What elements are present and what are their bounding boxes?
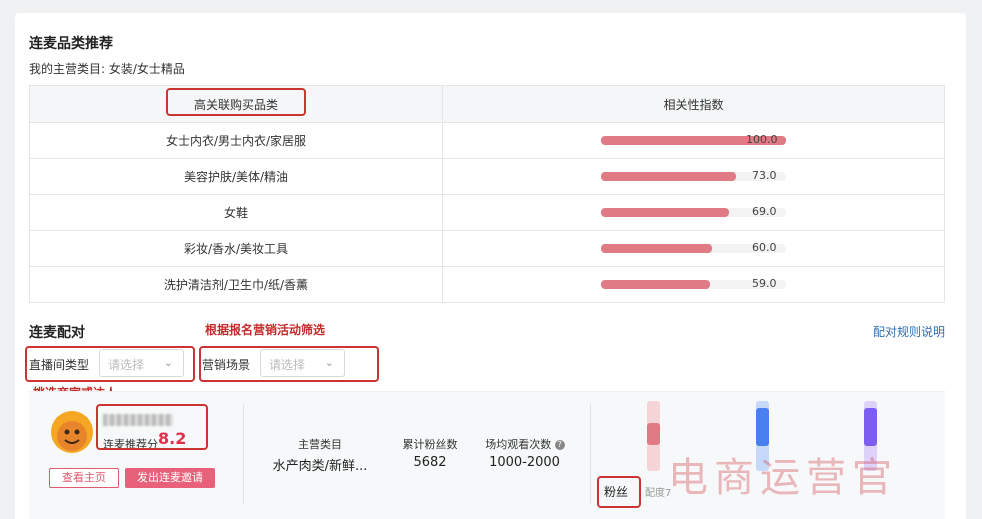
- relevance-value: 69.0: [752, 205, 777, 218]
- views-label: 场均观看次数 ?: [480, 436, 570, 452]
- main-category-value: 水产肉类/新鲜...: [272, 459, 368, 474]
- avatar[interactable]: [50, 410, 94, 454]
- section-title-recommend: 连麦品类推荐: [29, 36, 113, 52]
- divider: [243, 404, 244, 504]
- header-index: 相关性指数: [442, 85, 945, 123]
- row-category: 彩妆/香水/美妆工具: [29, 230, 443, 267]
- relevance-value: 73.0: [752, 169, 777, 182]
- highlight-box-candidate: [96, 404, 208, 450]
- relevance-value: 100.0: [746, 133, 778, 146]
- annotation-filter: 根据报名营销活动筛选: [205, 323, 326, 337]
- row-index-cell: 59.0: [442, 266, 945, 303]
- row-category: 美容护肤/美体/精油: [29, 158, 443, 195]
- table-row: 女士内衣/男士内衣/家居服 100.0: [29, 122, 945, 159]
- main-category-line: 我的主营类目: 女装/女士精品: [29, 62, 185, 76]
- fans-label: 累计粉丝数: [402, 438, 458, 451]
- views-value: 1000-2000: [489, 455, 560, 470]
- relevance-bar-track: 59.0: [601, 277, 786, 290]
- relevance-bar: [601, 208, 729, 217]
- match-bar-2: [756, 408, 769, 446]
- relevance-bar-track: 73.0: [601, 169, 786, 182]
- highlight-box-filter1: [25, 346, 195, 382]
- relevance-bar-track: 69.0: [601, 205, 786, 218]
- table-row: 美容护肤/美体/精油 73.0: [29, 158, 945, 195]
- row-index-cell: 73.0: [442, 158, 945, 195]
- relevance-bar: [601, 244, 712, 253]
- watermark: 电商运营官: [668, 455, 898, 501]
- row-index-cell: 69.0: [442, 194, 945, 231]
- row-category: 洗护清洁剂/卫生巾/纸/香薰: [29, 266, 443, 303]
- relevance-bar-track: 100.0: [601, 133, 786, 146]
- highlight-box-filter2: [199, 346, 379, 382]
- highlight-box-fans: [597, 476, 641, 508]
- view-home-button[interactable]: 查看主页: [49, 468, 119, 488]
- views-label-text: 场均观看次数: [485, 438, 552, 451]
- relevance-bar: [601, 280, 710, 289]
- help-icon[interactable]: ?: [554, 440, 565, 450]
- section-title-pairing: 连麦配对: [29, 325, 85, 341]
- relevance-value: 59.0: [752, 277, 777, 290]
- table-row: 彩妆/香水/美妆工具 60.0: [29, 230, 945, 267]
- fans-value: 5682: [413, 455, 447, 470]
- relevance-bar: [601, 172, 736, 181]
- table-row: 女鞋 69.0: [29, 194, 945, 231]
- row-index-cell: 100.0: [442, 122, 945, 159]
- divider: [590, 404, 591, 504]
- relevance-value: 60.0: [752, 241, 777, 254]
- row-category: 女士内衣/男士内衣/家居服: [29, 122, 443, 159]
- row-category: 女鞋: [29, 194, 443, 231]
- row-index-cell: 60.0: [442, 230, 945, 267]
- match-bar-3: [864, 408, 877, 446]
- send-invite-button[interactable]: 发出连麦邀请: [125, 468, 215, 488]
- category-table: 高关联购买品类 相关性指数 女士内衣/男士内衣/家居服 100.0 美容护肤/美体/…: [29, 85, 945, 303]
- table-row: 洗护清洁剂/卫生巾/纸/香薰 59.0: [29, 266, 945, 303]
- main-category-label: 主营类目: [298, 438, 342, 451]
- highlight-box-header: [166, 88, 306, 116]
- rules-link[interactable]: 配对规则说明: [873, 323, 945, 340]
- match-bar-1: [647, 423, 660, 445]
- relevance-bar-track: 60.0: [601, 241, 786, 254]
